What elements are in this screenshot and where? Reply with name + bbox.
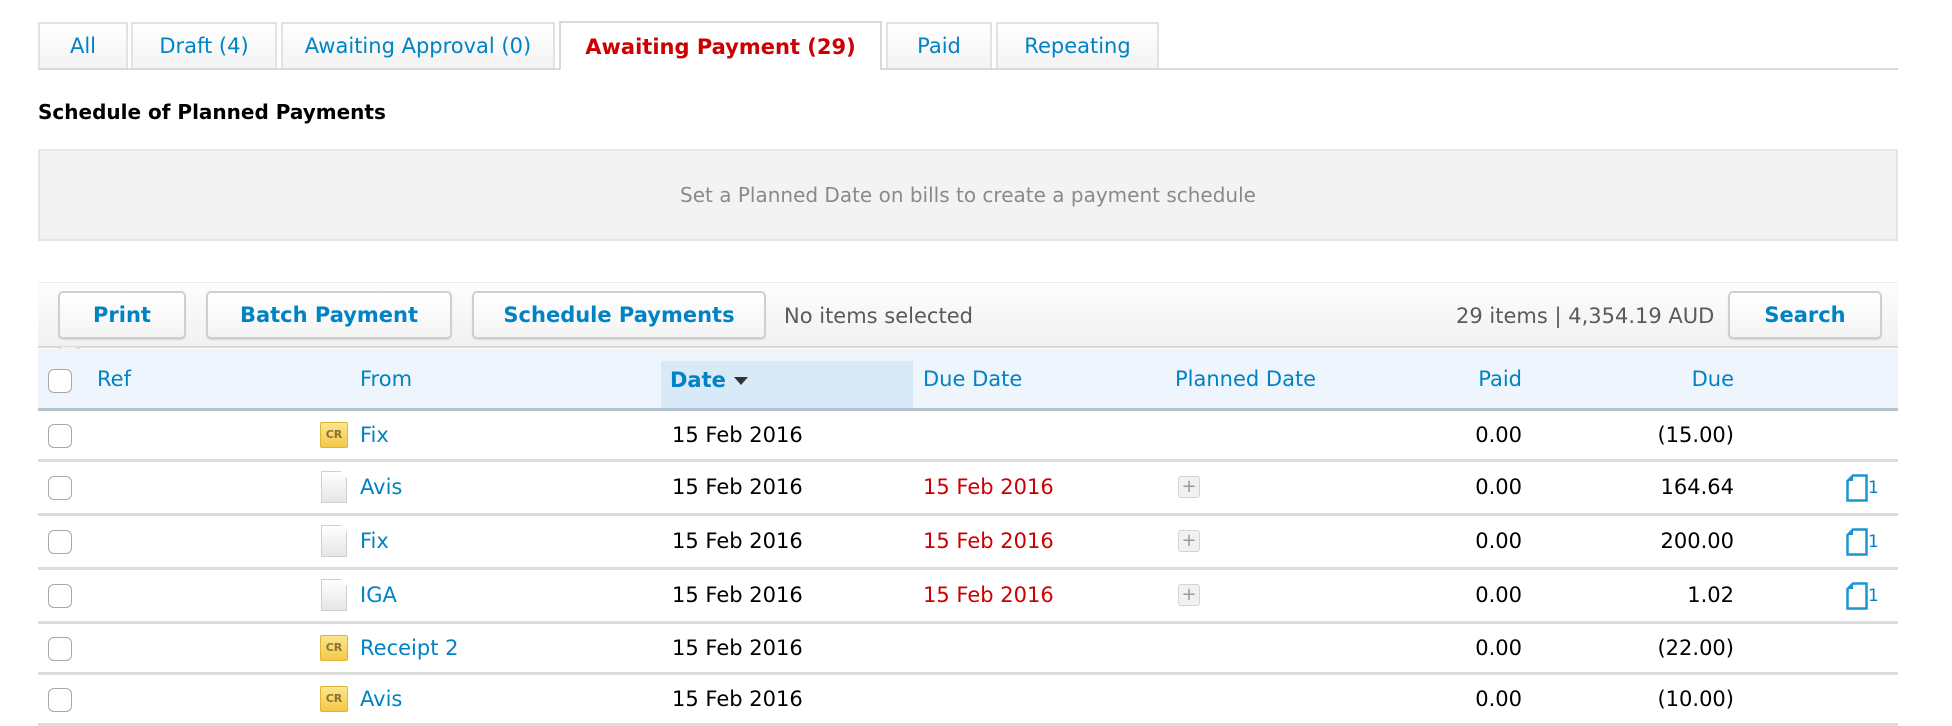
column-header-date-label: Date <box>670 368 726 392</box>
column-header-due[interactable]: Due <box>1638 349 1734 409</box>
due-date-cell: 15 Feb 2016 <box>923 475 1054 499</box>
attachments-count: 1 <box>1868 532 1879 552</box>
bills-toolbar: Print Batch Payment Schedule Payments No… <box>38 282 1898 348</box>
table-row[interactable]: Fix 15 Feb 2016 15 Feb 2016 + 0.00 200.0… <box>38 516 1898 570</box>
attachments-count: 1 <box>1868 478 1879 498</box>
tab-repeating[interactable]: Repeating <box>996 22 1159 68</box>
row-checkbox[interactable] <box>48 584 72 608</box>
date-cell: 15 Feb 2016 <box>672 583 803 607</box>
select-all-checkbox[interactable] <box>48 369 72 393</box>
credit-note-icon: CR <box>320 635 348 661</box>
add-planned-date-icon[interactable]: + <box>1178 530 1200 552</box>
tab-awaiting-payment[interactable]: Awaiting Payment (29) <box>559 21 882 71</box>
schedule-title: Schedule of Planned Payments <box>38 100 386 124</box>
status-tabs: All Draft (4) Awaiting Approval (0) Awai… <box>38 21 1898 71</box>
from-link[interactable]: Fix <box>360 516 389 567</box>
selection-status: No items selected <box>784 304 973 328</box>
row-checkbox[interactable] <box>48 688 72 712</box>
column-header-due-date[interactable]: Due Date <box>923 349 1022 409</box>
batch-payment-button[interactable]: Batch Payment <box>206 291 452 339</box>
schedule-notice: Set a Planned Date on bills to create a … <box>38 149 1898 241</box>
column-header-date[interactable]: Date <box>661 361 913 408</box>
due-cell: 200.00 <box>1660 529 1734 553</box>
tab-paid[interactable]: Paid <box>886 22 992 68</box>
paid-cell: 0.00 <box>1475 636 1522 660</box>
column-header-from[interactable]: From <box>360 349 412 409</box>
due-cell: (10.00) <box>1657 687 1734 711</box>
column-header-paid[interactable]: Paid <box>1438 349 1522 409</box>
attachment-file-icon <box>1846 474 1868 502</box>
add-planned-date-icon[interactable]: + <box>1178 476 1200 498</box>
from-link[interactable]: Avis <box>360 675 402 723</box>
date-cell: 15 Feb 2016 <box>672 636 803 660</box>
from-link[interactable]: IGA <box>360 570 397 621</box>
due-cell: 164.64 <box>1660 475 1734 499</box>
paid-cell: 0.00 <box>1475 423 1522 447</box>
attachments-link[interactable]: 1 <box>1846 474 1879 502</box>
attachment-file-icon <box>1846 582 1868 610</box>
paid-cell: 0.00 <box>1475 583 1522 607</box>
date-cell: 15 Feb 2016 <box>672 475 803 499</box>
credit-note-icon: CR <box>320 686 348 712</box>
date-cell: 15 Feb 2016 <box>672 529 803 553</box>
from-link[interactable]: Receipt 2 <box>360 624 458 672</box>
attachments-count: 1 <box>1868 586 1879 606</box>
bills-table-body: CR Fix 15 Feb 2016 0.00 (15.00) Avis 15 … <box>38 411 1898 726</box>
due-cell: 1.02 <box>1687 583 1734 607</box>
schedule-payments-button[interactable]: Schedule Payments <box>472 291 766 339</box>
column-header-ref[interactable]: Ref <box>97 349 131 409</box>
table-row[interactable]: CR Fix 15 Feb 2016 0.00 (15.00) <box>38 411 1898 462</box>
table-row[interactable]: CR Receipt 2 15 Feb 2016 0.00 (22.00) <box>38 624 1898 675</box>
attachment-file-icon <box>1846 528 1868 556</box>
paid-cell: 0.00 <box>1475 687 1522 711</box>
print-button[interactable]: Print <box>58 291 186 339</box>
tab-awaiting-approval[interactable]: Awaiting Approval (0) <box>281 22 555 68</box>
attachments-link[interactable]: 1 <box>1846 528 1879 556</box>
add-planned-date-icon[interactable]: + <box>1178 584 1200 606</box>
sort-descending-icon <box>733 377 748 385</box>
column-header-planned-date[interactable]: Planned Date <box>1175 349 1316 409</box>
table-row[interactable]: Avis 15 Feb 2016 15 Feb 2016 + 0.00 164.… <box>38 462 1898 516</box>
items-summary: 29 items | 4,354.19 AUD <box>1456 304 1715 328</box>
date-cell: 15 Feb 2016 <box>672 423 803 447</box>
paid-cell: 0.00 <box>1475 475 1522 499</box>
from-link[interactable]: Avis <box>360 462 402 513</box>
date-cell: 15 Feb 2016 <box>672 687 803 711</box>
table-row[interactable]: CR Avis 15 Feb 2016 0.00 (10.00) <box>38 675 1898 726</box>
credit-note-icon: CR <box>320 422 348 448</box>
from-link[interactable]: Fix <box>360 411 389 459</box>
bill-icon <box>321 471 347 503</box>
search-button[interactable]: Search <box>1728 291 1882 339</box>
row-checkbox[interactable] <box>48 476 72 500</box>
bill-icon <box>321 525 347 557</box>
tab-all[interactable]: All <box>38 22 128 68</box>
due-cell: (22.00) <box>1657 636 1734 660</box>
due-date-cell: 15 Feb 2016 <box>923 583 1054 607</box>
paid-cell: 0.00 <box>1475 529 1522 553</box>
attachments-link[interactable]: 1 <box>1846 582 1879 610</box>
due-date-cell: 15 Feb 2016 <box>923 529 1054 553</box>
table-header: Ref From Date Due Date Planned Date Paid… <box>38 349 1898 411</box>
row-checkbox[interactable] <box>48 530 72 554</box>
row-checkbox[interactable] <box>48 637 72 661</box>
due-cell: (15.00) <box>1657 423 1734 447</box>
bill-icon <box>321 579 347 611</box>
row-checkbox[interactable] <box>48 424 72 448</box>
table-row[interactable]: IGA 15 Feb 2016 15 Feb 2016 + 0.00 1.02 … <box>38 570 1898 624</box>
tab-draft[interactable]: Draft (4) <box>131 22 277 68</box>
